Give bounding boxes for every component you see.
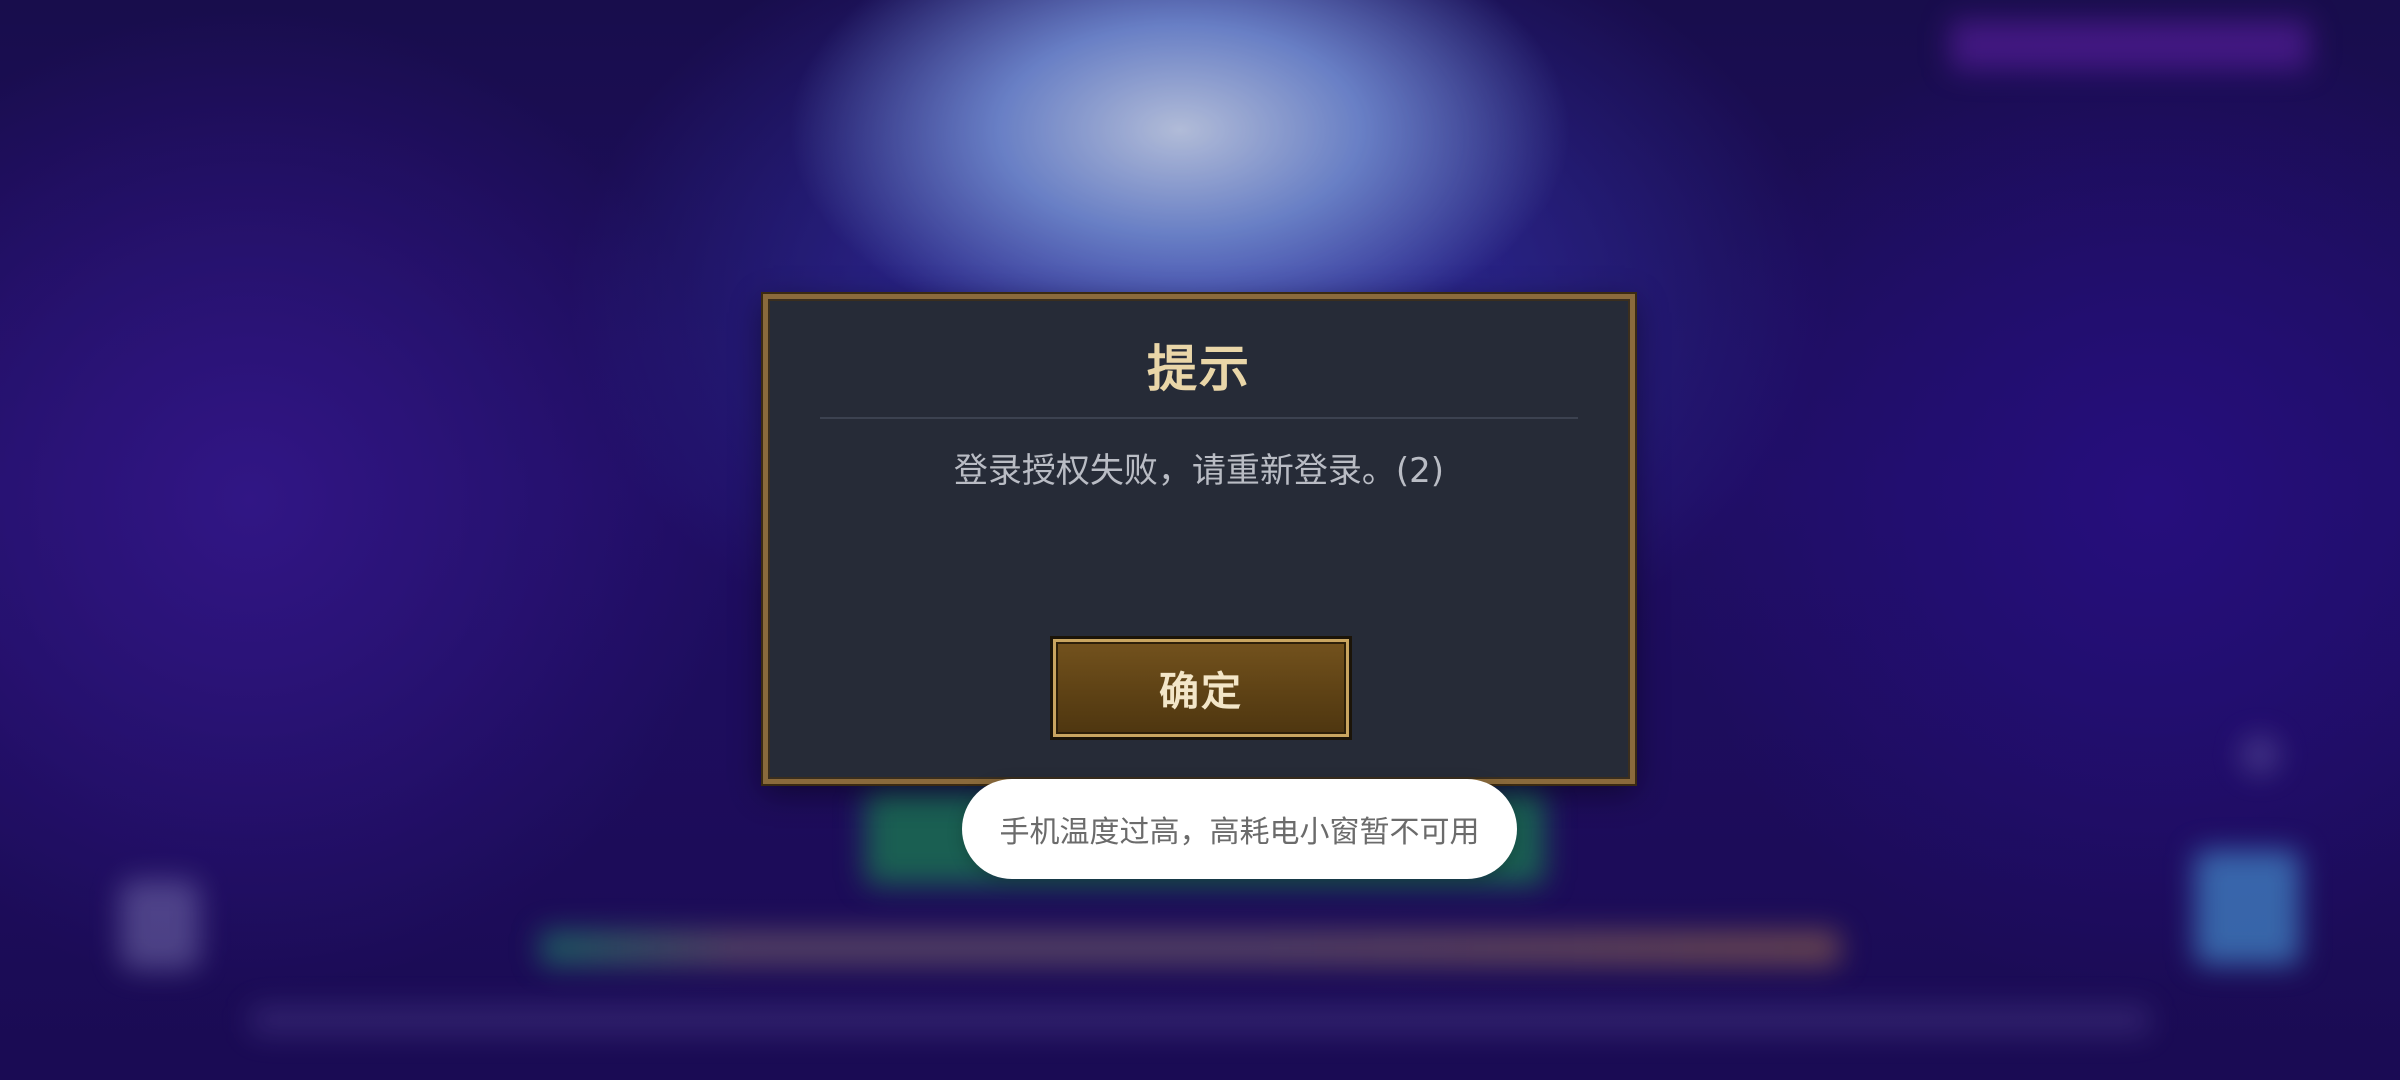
dialog-divider	[820, 417, 1578, 419]
toast-text: 手机温度过高，高耗电小窗暂不可用	[999, 815, 1480, 850]
game-screen: 提示 登录授权失败，请重新登录。(2) 确定 手机温度过高，高耗电小窗暂不可用	[0, 0, 2400, 1080]
dialog-title: 提示	[1147, 340, 1251, 398]
dialog-message: 登录授权失败，请重新登录。(2)	[953, 451, 1445, 491]
confirm-button[interactable]: 确定	[1050, 636, 1352, 740]
system-toast: 手机温度过高，高耗电小窗暂不可用	[962, 779, 1517, 879]
alert-dialog: 提示 登录授权失败，请重新登录。(2) 确定	[763, 294, 1635, 784]
